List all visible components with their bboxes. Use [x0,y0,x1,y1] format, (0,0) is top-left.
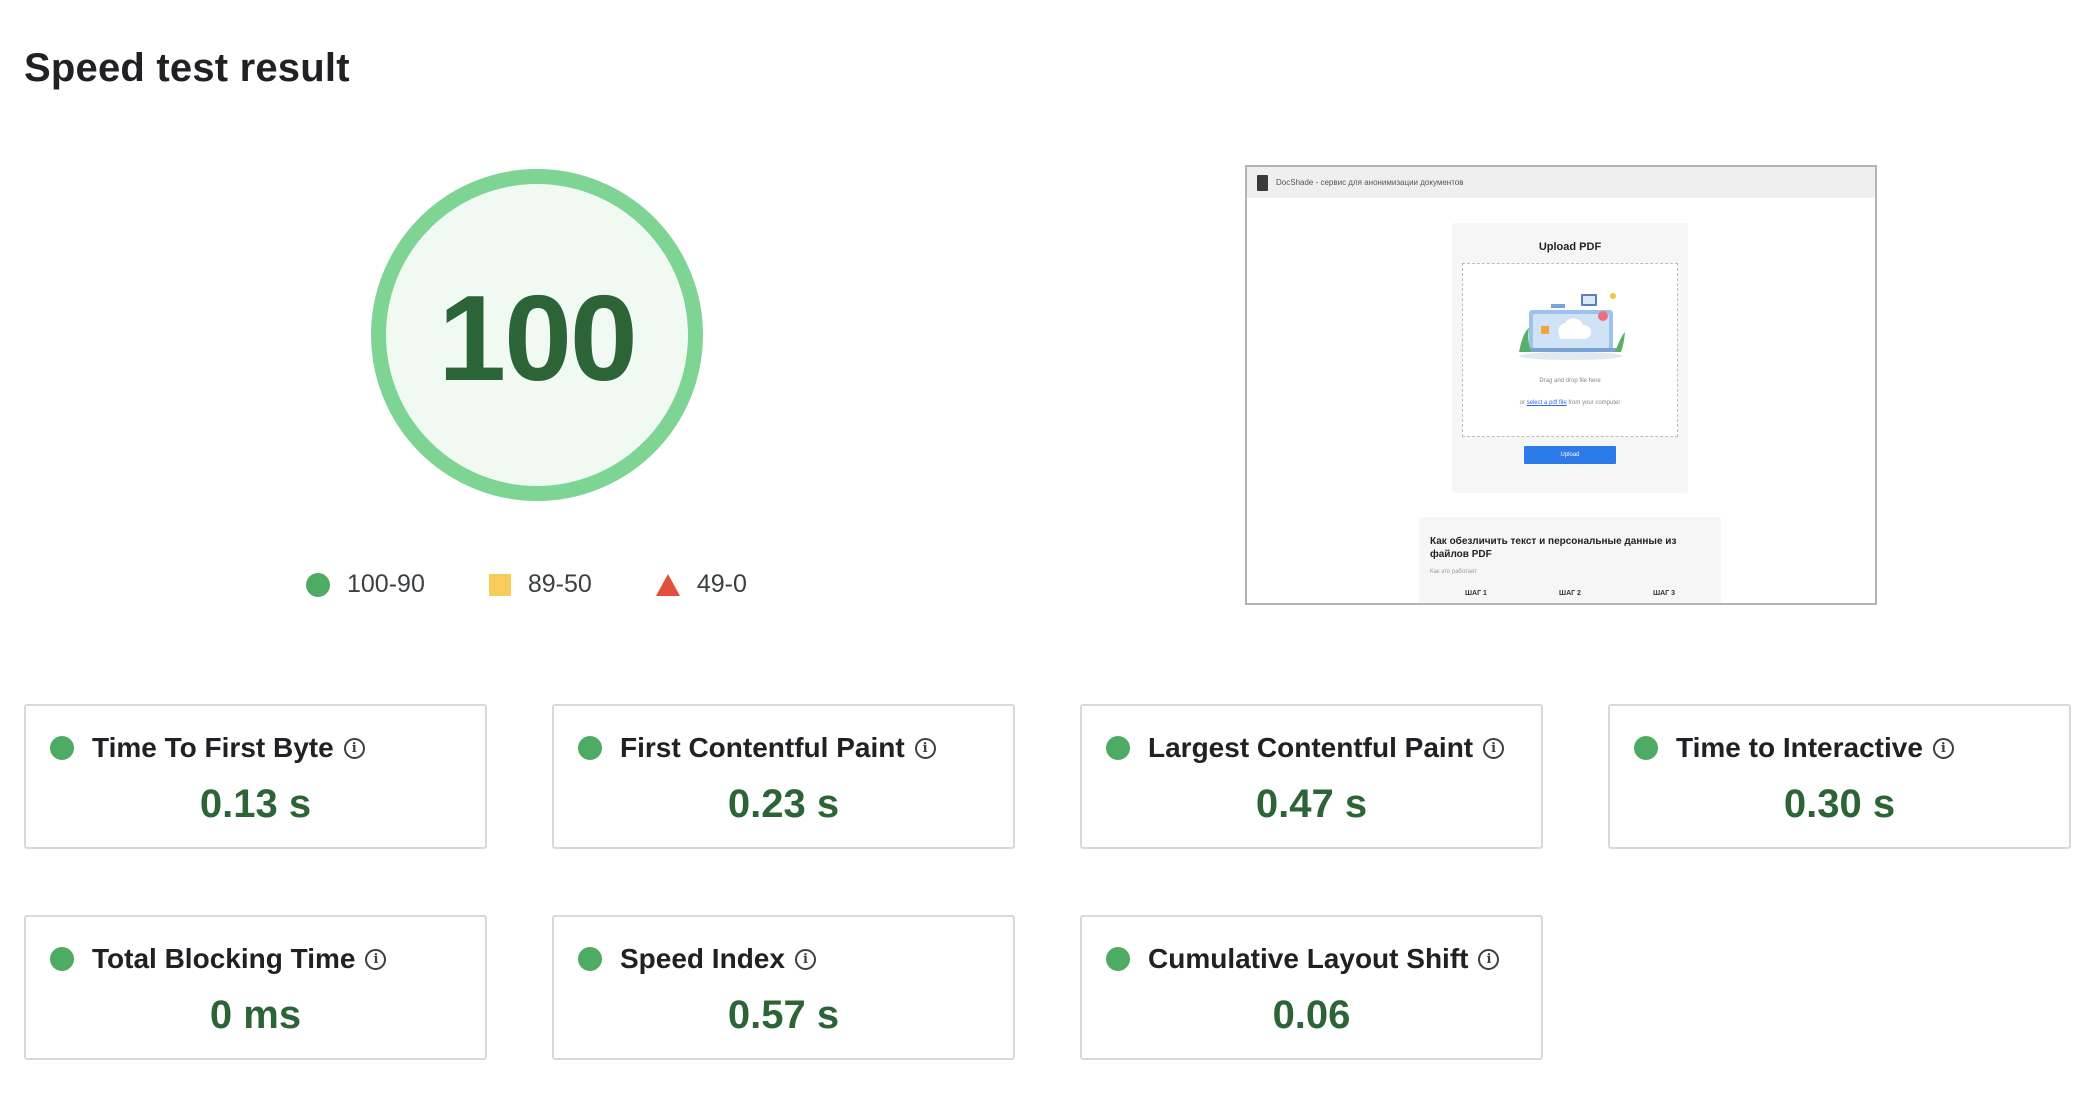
metric-value: 0.30 s [1783,782,1896,826]
metric-value: 0.23 s [727,782,840,826]
info-icon[interactable]: i [365,948,387,970]
preview-upload-title: Upload PDF [1538,241,1602,253]
preview-step: ШАГ 2 [1559,590,1581,597]
preview-howto-title: Как обезличить текст и персональные данн… [1430,536,1677,560]
status-good-dot-icon [1106,947,1130,971]
status-good-dot-icon [1106,736,1130,760]
metric-label: Cumulative Layout Shift [1148,943,1469,974]
page-title: Speed test result [24,46,350,90]
performance-score-gauge: 100 [371,169,703,501]
preview-select-prefix: or [1519,400,1525,406]
metric-label: Time To First Byte [92,732,334,763]
legend-range-average: 89-50 [527,570,592,598]
status-good-dot-icon [50,947,74,971]
legend-item-good: 100-90 [306,570,425,599]
metric-value: 0.57 s [727,993,840,1037]
status-good-dot-icon [50,736,74,760]
preview-step: ШАГ 3 [1653,590,1675,597]
info-icon[interactable]: i [914,737,936,759]
metric-card-lcp: Largest Contentful Paint i 0.47 s [1080,704,1543,849]
metric-card-tti: Time to Interactive i 0.30 s [1608,704,2071,849]
metric-value: 0.06 [1272,993,1351,1037]
metric-card-fcp: First Contentful Paint i 0.23 s [552,704,1015,849]
legend-item-poor: 49-0 [655,570,747,599]
info-icon[interactable]: i [794,948,816,970]
legend-item-average: 89-50 [488,570,592,599]
preview-select-link: select a pdf file [1526,400,1567,406]
metric-label: First Contentful Paint [620,732,905,763]
red-triangle-icon [655,573,680,596]
preview-howto-subtitle: Как это работает [1430,569,1477,575]
metric-label: Total Blocking Time [92,943,356,974]
page-screenshot-preview: DocShade - сервис для анонимизации докум… [1245,165,1877,605]
preview-drop-hint: Drag and drop file here [1539,378,1601,384]
orange-square-icon [488,573,511,596]
status-good-dot-icon [1634,736,1658,760]
info-icon[interactable]: i [343,737,365,759]
green-circle-icon [306,572,330,597]
preview-select-suffix: from your computer [1568,400,1621,406]
info-icon[interactable]: i [1932,737,1954,759]
preview-drop-zone: Drag and drop file here or select a pdf … [1462,263,1678,437]
info-icon[interactable]: i [1483,737,1505,759]
status-good-dot-icon [578,947,602,971]
preview-upload-card: Upload PDF Drag and drop file here or se… [1452,223,1688,493]
preview-step: ШАГ 1 [1465,590,1487,597]
info-icon[interactable]: i [1478,948,1500,970]
metric-label: Largest Contentful Paint [1148,732,1474,763]
performance-score-value: 100 [438,270,638,406]
metric-label: Speed Index [620,943,785,974]
preview-browser-bar: DocShade - сервис для анонимизации докум… [1247,167,1875,198]
preview-tab-title: DocShade - сервис для анонимизации докум… [1276,178,1464,187]
metric-value: 0.47 s [1255,782,1368,826]
metric-value: 0 ms [209,993,302,1037]
preview-select-line: or select a pdf file from your computer [1463,400,1677,406]
favicon-icon [1257,174,1268,191]
upload-illustration-icon [1519,293,1625,360]
status-good-dot-icon [578,736,602,760]
preview-steps: ШАГ 1 ШАГ 2 ШАГ 3 [1465,590,1675,597]
legend-range-good: 100-90 [347,570,425,598]
metric-card-cls: Cumulative Layout Shift i 0.06 [1080,915,1543,1060]
preview-upload-button: Upload [1524,446,1616,464]
metric-card-tbt: Total Blocking Time i 0 ms [24,915,487,1060]
metric-card-speed-index: Speed Index i 0.57 s [552,915,1015,1060]
metric-label: Time to Interactive [1676,732,1923,763]
metric-value: 0.13 s [199,782,312,826]
metric-card-ttfb: Time To First Byte i 0.13 s [24,704,487,849]
preview-howto-card: Как обезличить текст и персональные данн… [1419,517,1721,603]
score-legend: 100-90 89-50 49-0 [306,570,747,599]
legend-range-poor: 49-0 [696,570,747,598]
